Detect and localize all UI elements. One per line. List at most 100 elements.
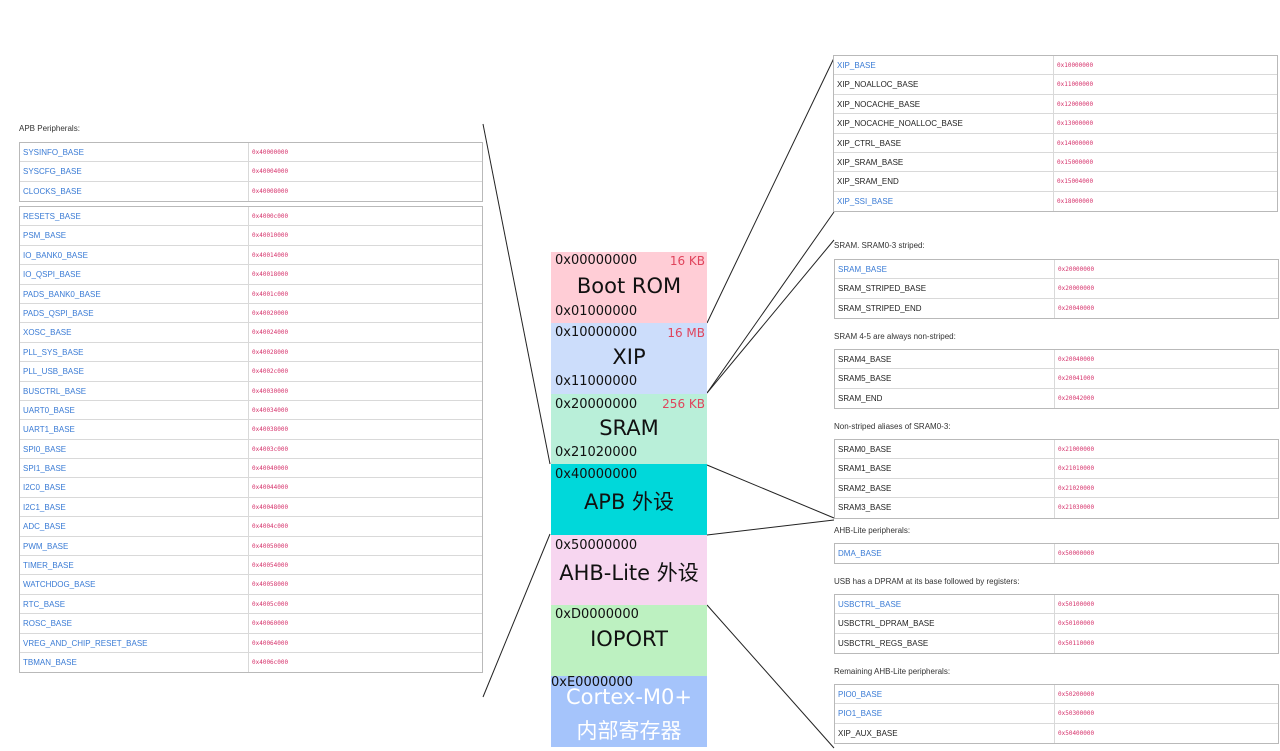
register-name-link[interactable]: XIP_BASE — [834, 56, 1054, 75]
sram-nonstriped-caption: SRAM 4-5 are always non-striped: — [834, 332, 956, 341]
register-name: SRAM5_BASE — [835, 369, 1055, 388]
register-address: 0x4004c000 — [252, 523, 289, 531]
xip-table: XIP_BASE 0x10000000 XIP_NOALLOC_BASE 0x1100… — [833, 55, 1278, 213]
register-name-link[interactable]: PIO1_BASE — [835, 704, 1055, 723]
table-row: PIO0_BASE 0x50200000 — [835, 685, 1278, 705]
table-row: XIP_BASE 0x10000000 — [834, 56, 1277, 76]
register-name: XIP_CTRL_BASE — [834, 133, 1054, 152]
register-name-link[interactable]: PIO0_BASE — [835, 685, 1055, 704]
register-address: 0x21000000 — [1058, 446, 1095, 453]
table-row: ADC_BASE 0x4004c000 — [20, 517, 482, 537]
region-cortex-m0: 0xE0000000 Cortex-M0+ 内部寄存器 — [551, 675, 707, 747]
register-name: SRAM_STRIPED_END — [835, 298, 1055, 319]
table-row: PIO1_BASE 0x50300000 — [835, 704, 1278, 724]
register-name-link[interactable]: WATCHDOG_BASE — [20, 575, 249, 594]
register-name-link[interactable]: RTC_BASE — [20, 594, 249, 614]
table-row: XOSC_BASE 0x40024000 — [20, 323, 482, 343]
register-address: 0x18000000 — [1057, 197, 1094, 205]
register-address: 0x40060000 — [252, 620, 289, 628]
register-name-link[interactable]: SRAM_BASE — [835, 260, 1055, 279]
register-address: 0x13000000 — [1057, 120, 1094, 128]
table-row: USBCTRL_REGS_BASE 0x50110000 — [835, 633, 1278, 654]
register-name-link[interactable]: I2C0_BASE — [20, 478, 249, 497]
register-address: 0x40034000 — [252, 406, 289, 414]
table-row: SPI0_BASE 0x4003c000 — [20, 439, 482, 460]
register-address: 0x20040000 — [1058, 304, 1095, 312]
table-row: PLL_USB_BASE 0x4002c000 — [20, 362, 482, 382]
register-name-link[interactable]: CLOCKS_BASE — [20, 181, 249, 202]
region-start-address: 0x40000000 — [555, 467, 638, 482]
register-address: 0x40040000 — [252, 465, 289, 473]
register-name-link[interactable]: UART0_BASE — [20, 400, 249, 420]
table-row: WATCHDOG_BASE 0x40058000 — [20, 575, 482, 595]
region-label: AHB-Lite 外设 — [559, 561, 699, 585]
table-row: PLL_SYS_BASE 0x40028000 — [20, 342, 482, 363]
table-row: XIP_SRAM_BASE 0x15000000 — [834, 152, 1277, 173]
ahb-top-connector — [706, 519, 835, 536]
sram-nonstriped-table: SRAM4_BASE 0x20040000 SRAM5_BASE 0x20041000… — [834, 349, 1279, 410]
register-address: 0x40024000 — [252, 329, 289, 337]
register-name: SRAM_STRIPED_BASE — [835, 279, 1055, 298]
register-address: 0x15004000 — [1057, 178, 1094, 186]
register-name-link[interactable]: USBCTRL_BASE — [835, 595, 1055, 614]
register-name-link[interactable]: XIP_SSI_BASE — [834, 191, 1054, 212]
region-start-address: 0x20000000 — [555, 397, 638, 412]
register-name-link[interactable]: SPI1_BASE — [20, 459, 249, 478]
register-address: 0x21020000 — [1058, 484, 1095, 492]
table-row: SPI1_BASE 0x40040000 — [20, 459, 482, 479]
table-row: SRAM_STRIPED_BASE 0x20000000 — [835, 279, 1278, 299]
register-name-link[interactable]: UART1_BASE — [20, 420, 249, 439]
table-row: XIP_SRAM_END 0x15004000 — [834, 172, 1277, 192]
register-name-link[interactable]: PSM_BASE — [20, 226, 249, 245]
register-address: 0x40044000 — [252, 484, 289, 492]
register-name: SRAM0_BASE — [835, 440, 1055, 459]
register-name-link[interactable]: TIMER_BASE — [20, 556, 249, 575]
register-name-link[interactable]: DMA_BASE — [835, 544, 1055, 564]
register-address: 0x14000000 — [1057, 139, 1094, 147]
table-row: SRAM4_BASE 0x20040000 — [835, 350, 1278, 370]
table-row: XIP_AUX_BASE 0x50400000 — [835, 723, 1278, 744]
register-name-link[interactable]: PADS_BANK0_BASE — [20, 284, 249, 303]
apb-table-group1: SYSINFO_BASE 0x40000000 SYSCFG_BASE 0x40004… — [19, 142, 483, 203]
register-name-link[interactable]: SYSINFO_BASE — [20, 143, 249, 162]
sram-aliases-caption: Non-striped aliases of SRAM0-3: — [834, 422, 951, 431]
region-label-line1: Cortex-M0+ — [565, 685, 692, 709]
table-row: PWM_BASE 0x40050000 — [20, 536, 482, 557]
register-name-link[interactable]: PLL_USB_BASE — [20, 362, 249, 381]
register-name-link[interactable]: TBMAN_BASE — [20, 652, 249, 673]
register-name-link[interactable]: ROSC_BASE — [20, 614, 249, 633]
table-row: DMA_BASE 0x50000000 — [835, 544, 1278, 564]
ahb-bottom-connector — [706, 604, 835, 749]
region-label-line2: 内部寄存器 — [576, 719, 682, 743]
register-name-link[interactable]: VREG_AND_CHIP_RESET_BASE — [20, 633, 249, 652]
register-address: 0x4005c000 — [252, 600, 289, 608]
register-name-link[interactable]: BUSCTRL_BASE — [20, 381, 249, 400]
register-name-link[interactable]: SYSCFG_BASE — [20, 162, 249, 181]
register-name-link[interactable]: PLL_SYS_BASE — [20, 342, 249, 362]
table-row: PADS_BANK0_BASE 0x4001c000 — [20, 284, 482, 304]
register-name: XIP_SRAM_END — [834, 172, 1054, 191]
table-row: RESETS_BASE 0x4000c000 — [20, 207, 482, 227]
table-row: SRAM3_BASE 0x21030000 — [835, 498, 1278, 518]
usb-table: USBCTRL_BASE 0x50100000 USBCTRL_DPRAM_BASE… — [834, 594, 1279, 655]
register-name-link[interactable]: PWM_BASE — [20, 536, 249, 556]
register-address: 0x50100000 — [1058, 620, 1095, 628]
region-label: SRAM — [599, 416, 659, 440]
register-name-link[interactable]: IO_BANK0_BASE — [20, 245, 249, 265]
table-row: SRAM5_BASE 0x20041000 — [835, 369, 1278, 389]
register-name-link[interactable]: I2C1_BASE — [20, 497, 249, 517]
register-name: XIP_NOCACHE_BASE — [834, 94, 1054, 114]
register-name-link[interactable]: XOSC_BASE — [20, 323, 249, 342]
register-name: XIP_AUX_BASE — [835, 723, 1055, 744]
register-name-link[interactable]: SPI0_BASE — [20, 439, 249, 459]
table-row: XIP_NOALLOC_BASE 0x11000000 — [834, 75, 1277, 95]
sram-striped-caption: SRAM. SRAM0-3 striped: — [834, 241, 925, 250]
register-name: SRAM2_BASE — [835, 478, 1055, 498]
table-row: UART0_BASE 0x40034000 — [20, 400, 482, 421]
register-name-link[interactable]: ADC_BASE — [20, 517, 249, 536]
register-address: 0x4001c000 — [252, 290, 289, 298]
register-name-link[interactable]: IO_QSPI_BASE — [20, 265, 249, 284]
register-name-link[interactable]: RESETS_BASE — [20, 207, 249, 226]
register-name-link[interactable]: PADS_QSPI_BASE — [20, 303, 249, 323]
table-row: I2C1_BASE 0x40048000 — [20, 497, 482, 518]
